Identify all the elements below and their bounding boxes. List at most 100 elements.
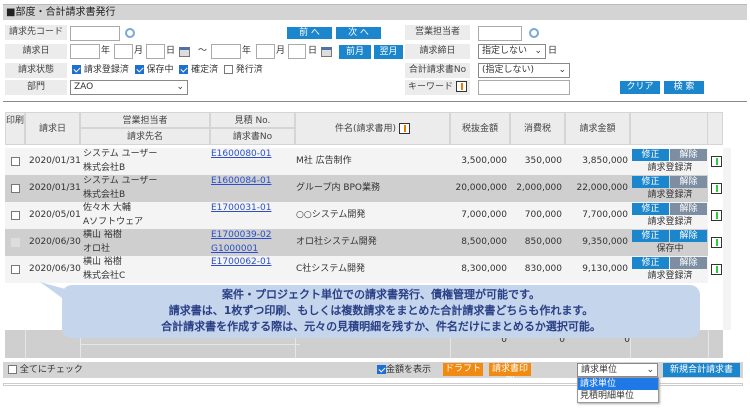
to-day-input[interactable]: [288, 44, 306, 59]
checkbox[interactable]: [377, 365, 386, 374]
edit-button[interactable]: 修正: [632, 203, 669, 215]
edit-button[interactable]: 修正: [632, 230, 669, 242]
year-label: 年: [242, 46, 252, 56]
status-saved[interactable]: 保存中: [134, 65, 174, 75]
checkbox[interactable]: [179, 65, 189, 74]
from-day-input[interactable]: [146, 44, 165, 59]
detail-icon[interactable]: [711, 264, 722, 275]
detail-icon[interactable]: [711, 156, 722, 167]
keyword-input[interactable]: [478, 80, 570, 95]
department-select[interactable]: ZAO ⌄: [70, 80, 188, 95]
status-registered[interactable]: 請求登録済: [72, 65, 129, 75]
tilde: ～: [198, 46, 208, 56]
prev-month-button[interactable]: 前月: [339, 45, 371, 59]
show-amount[interactable]: 金額を表示: [377, 363, 431, 377]
calendar-icon[interactable]: [321, 47, 332, 57]
checkbox[interactable]: [72, 65, 81, 74]
total-amount: 9,130,000: [582, 264, 628, 274]
chevron-down-icon: ⌄: [534, 46, 542, 56]
sales-rep: 佐々木 大輔: [83, 203, 131, 213]
status-issued[interactable]: 発行済: [223, 65, 263, 75]
keyword-label: キーワード: [405, 80, 470, 95]
print-checkbox[interactable]: [11, 157, 20, 166]
release-button[interactable]: 解除: [670, 230, 707, 242]
tax-amount: 350,000: [524, 156, 562, 166]
page-title: ■部度・合計請求書発行: [3, 4, 747, 20]
release-button[interactable]: 解除: [670, 203, 707, 215]
from-month-input[interactable]: [114, 44, 133, 59]
invoice-date: 2020/01/31: [29, 156, 81, 166]
checkbox-label: 請求登録済: [83, 65, 129, 75]
edit-button[interactable]: 修正: [632, 176, 669, 188]
edit-button[interactable]: 修正: [632, 149, 669, 161]
print-checkbox[interactable]: [11, 184, 20, 193]
unit-option[interactable]: 請求単位: [578, 378, 658, 390]
subject: ○○システム開発: [296, 210, 366, 220]
search-icon[interactable]: [125, 28, 135, 38]
prev-button[interactable]: 前 へ: [287, 27, 332, 39]
status-checkboxes: 請求登録済 保存中 確定済 発行済: [72, 63, 263, 78]
print-checkbox[interactable]: [11, 238, 20, 247]
selected-value: (指定しない): [482, 65, 535, 75]
calendar-icon[interactable]: [179, 47, 190, 57]
closing-day-select[interactable]: 指定しない ⌄: [478, 44, 546, 59]
detail-icon[interactable]: [711, 237, 722, 248]
header-pretax: 税抜金額: [450, 112, 510, 145]
from-year-input[interactable]: [70, 44, 100, 59]
total-amount: 7,700,000: [582, 210, 628, 220]
header-date: 請求日: [25, 112, 80, 145]
next-month-button[interactable]: 翌月: [374, 45, 403, 59]
print-invoice-button[interactable]: 請求書印刷: [489, 363, 531, 387]
status-confirmed[interactable]: 確定済: [179, 65, 218, 75]
header-tax: 消費税: [510, 112, 565, 145]
selected-value: ZAO: [74, 82, 94, 92]
sales-rep-input[interactable]: [478, 26, 522, 41]
check-all[interactable]: 全てにチェック: [8, 363, 83, 377]
info-icon[interactable]: [398, 123, 410, 134]
detail-icon[interactable]: [711, 210, 722, 221]
search-button[interactable]: 検 索: [664, 81, 704, 94]
detail-icon[interactable]: [711, 183, 722, 194]
header-client: 請求先名: [80, 128, 210, 145]
callout-line: 合計請求書を作成する際は、元々の見積明細を残すか、件名だけにまとめるか選択可能。: [161, 320, 601, 333]
unit-option[interactable]: 見積明細単位: [578, 390, 658, 402]
search-icon[interactable]: [529, 28, 539, 38]
estimate-link[interactable]: E1600084-01: [211, 175, 271, 188]
edit-button[interactable]: 修正: [632, 257, 669, 269]
release-button[interactable]: 解除: [670, 257, 707, 269]
total-invoice-no-select[interactable]: (指定しない) ⌄: [478, 63, 570, 78]
invoice-date-label: 請求日: [5, 44, 67, 59]
client-name: 株式会社B: [83, 190, 126, 200]
unit-select[interactable]: 請求単位 ⌄: [577, 363, 658, 377]
invoice-date: 2020/01/31: [29, 183, 81, 193]
to-month-input[interactable]: [256, 44, 275, 59]
divider: [3, 101, 747, 102]
release-button[interactable]: 解除: [670, 149, 707, 161]
to-year-input[interactable]: [211, 44, 241, 59]
checkbox[interactable]: [134, 65, 144, 74]
draft-button[interactable]: ドラフト: [443, 363, 483, 376]
total-amount: 22,000,000: [576, 183, 628, 193]
client-code-input[interactable]: [70, 26, 120, 41]
estimate-link[interactable]: E1600080-01: [211, 148, 271, 161]
clear-button[interactable]: クリア: [620, 81, 660, 94]
new-total-invoice-button[interactable]: 新規合計請求書: [663, 363, 740, 377]
status-label: 請求状態: [5, 63, 67, 78]
unit-dropdown-list: 請求単位 見積明細単位: [577, 377, 659, 403]
estimate-link[interactable]: E1700031-01: [211, 202, 271, 215]
subject: オロ社システム開発: [296, 237, 377, 247]
estimate-link[interactable]: E1700039-02: [211, 229, 271, 242]
print-checkbox[interactable]: [11, 265, 20, 274]
header-actions: [630, 112, 708, 145]
invoice-link[interactable]: G1000001: [211, 243, 258, 256]
day-label: 日: [166, 46, 176, 56]
status-text: 請求登録済: [647, 271, 693, 281]
release-button[interactable]: 解除: [670, 176, 707, 188]
checkbox[interactable]: [223, 65, 233, 74]
estimate-link[interactable]: E1700062-01: [211, 256, 271, 269]
checkbox[interactable]: [8, 365, 17, 374]
scrollbar[interactable]: [723, 148, 731, 330]
print-checkbox[interactable]: [11, 211, 20, 220]
info-icon[interactable]: [455, 81, 467, 92]
next-button[interactable]: 次 へ: [336, 27, 381, 39]
